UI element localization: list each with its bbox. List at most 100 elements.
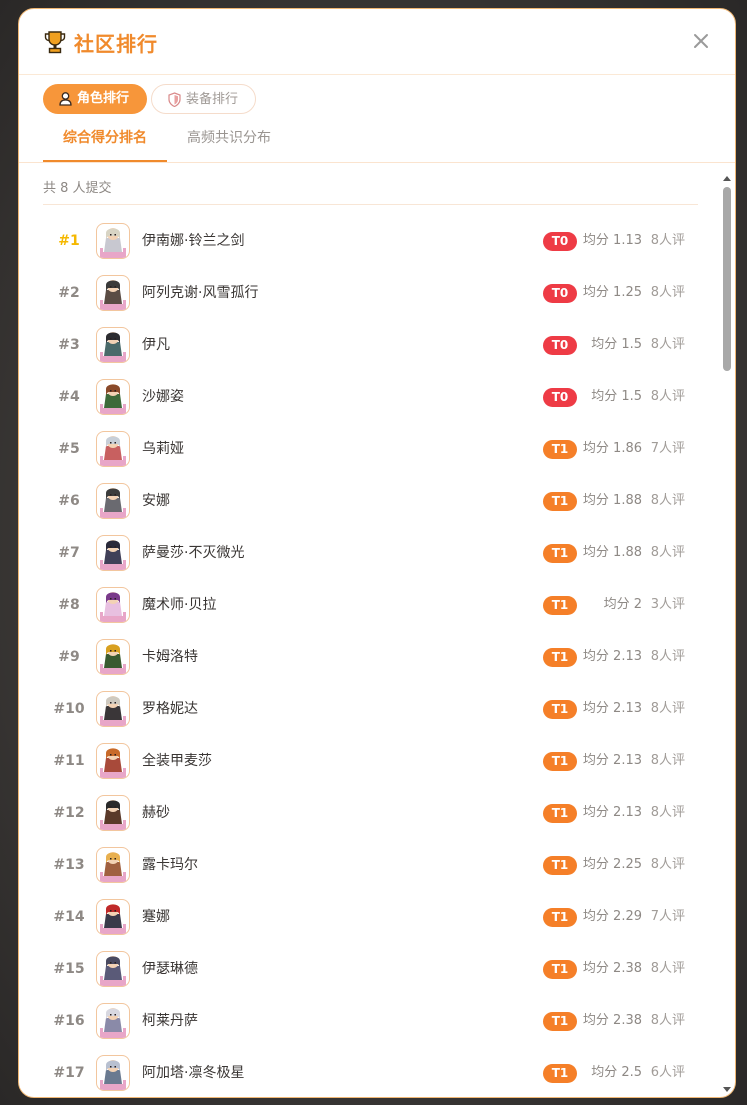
character-avatar: [96, 275, 130, 311]
character-avatar: [96, 327, 130, 363]
tier-badge: T1: [543, 804, 577, 823]
list-item[interactable]: #9 卡姆洛特 T1 均分 2.13 8人评: [43, 631, 693, 683]
review-count: 8人评: [650, 961, 685, 976]
list-item[interactable]: #6 安娜 T1 均分 1.88 8人评: [43, 475, 693, 527]
list-item[interactable]: #4 沙娜姿 T0 均分 1.5 8人评: [43, 371, 693, 423]
list-item[interactable]: #14 蹇娜 T1 均分 2.29 7人评: [43, 891, 693, 943]
list-item[interactable]: #8 魔术师·贝拉 T1 均分 2 3人评: [43, 579, 693, 631]
rank-number: #7: [58, 545, 80, 561]
rank-number: #6: [58, 493, 80, 509]
character-name: 乌莉娅: [142, 441, 184, 457]
ranking-list: #1 伊南娜·铃兰之剑 T0 均分 1.13 8人评 #2 阿列克谢·风雪孤行 T0 均分 1.…: [43, 215, 693, 1095]
tier-badge: T1: [543, 856, 577, 875]
review-count: 8人评: [650, 753, 685, 768]
tier-badge: T1: [543, 544, 577, 563]
tier-badge: T0: [543, 232, 577, 251]
average-score: 均分 2.29: [582, 909, 642, 924]
average-score: 均分 1.5: [591, 337, 642, 352]
list-item[interactable]: #16 柯莱丹萨 T1 均分 2.38 8人评: [43, 995, 693, 1047]
list-item[interactable]: #3 伊凡 T0 均分 1.5 8人评: [43, 319, 693, 371]
tier-badge: T1: [543, 492, 577, 511]
review-count: 8人评: [650, 701, 685, 716]
average-score: 均分 1.88: [582, 545, 642, 560]
list-item[interactable]: #5 乌莉娅 T1 均分 1.86 7人评: [43, 423, 693, 475]
average-score: 均分 1.86: [582, 441, 642, 456]
scroll-up-arrow-icon[interactable]: [723, 176, 731, 181]
tier-badge: T1: [543, 908, 577, 927]
ranking-tabs: 综合得分排名 高频共识分布: [19, 124, 735, 163]
scroll-thumb[interactable]: [723, 187, 731, 371]
rank-number: #10: [53, 701, 85, 717]
character-name: 全装甲麦莎: [142, 753, 212, 769]
character-name: 伊凡: [142, 337, 170, 353]
shield-icon: [168, 92, 181, 107]
character-name: 阿列克谢·风雪孤行: [142, 285, 259, 301]
average-score: 均分 2.13: [582, 805, 642, 820]
rank-number: #8: [58, 597, 80, 613]
character-avatar: [96, 587, 130, 623]
character-name: 伊南娜·铃兰之剑: [142, 233, 245, 249]
review-count: 8人评: [650, 389, 685, 404]
ranking-modal: 社区排行 角色排行 装备排行 综合得分排名 高频共识分布 共 8 人提交 #1 伊…: [18, 8, 736, 1098]
character-avatar: [96, 847, 130, 883]
rank-number: #2: [58, 285, 80, 301]
character-avatar: [96, 743, 130, 779]
average-score: 均分 2.25: [582, 857, 642, 872]
average-score: 均分 2.5: [591, 1065, 642, 1080]
character-name: 露卡玛尔: [142, 857, 198, 873]
list-item[interactable]: #7 萨曼莎·不灭微光 T1 均分 1.88 8人评: [43, 527, 693, 579]
close-icon[interactable]: [691, 31, 711, 51]
character-ranking-label: 角色排行: [77, 91, 130, 106]
rank-number: #13: [53, 857, 85, 873]
character-avatar: [96, 691, 130, 727]
character-name: 伊瑟琳德: [142, 961, 198, 977]
character-name: 赫砂: [142, 805, 170, 821]
rank-number: #12: [53, 805, 85, 821]
rank-number: #3: [58, 337, 80, 353]
character-avatar: [96, 431, 130, 467]
list-item[interactable]: #1 伊南娜·铃兰之剑 T0 均分 1.13 8人评: [43, 215, 693, 267]
tier-badge: T0: [543, 388, 577, 407]
review-count: 8人评: [650, 649, 685, 664]
character-name: 阿加塔·凛冬极星: [142, 1065, 245, 1081]
tier-badge: T1: [543, 700, 577, 719]
scroll-down-arrow-icon[interactable]: [723, 1087, 731, 1092]
review-count: 7人评: [650, 909, 685, 924]
review-count: 7人评: [650, 441, 685, 456]
character-avatar: [96, 1055, 130, 1091]
rank-number: #1: [58, 233, 80, 249]
character-name: 萨曼莎·不灭微光: [142, 545, 245, 561]
character-name: 柯莱丹萨: [142, 1013, 198, 1029]
tier-badge: T1: [543, 440, 577, 459]
tier-badge: T0: [543, 336, 577, 355]
list-item[interactable]: #17 阿加塔·凛冬极星 T1 均分 2.5 6人评: [43, 1047, 693, 1095]
list-item[interactable]: #12 赫砂 T1 均分 2.13 8人评: [43, 787, 693, 839]
character-ranking-button[interactable]: 角色排行: [43, 84, 147, 114]
rank-number: #9: [58, 649, 80, 665]
character-name: 罗格妮达: [142, 701, 198, 717]
character-avatar: [96, 1003, 130, 1039]
submission-count: 共 8 人提交: [43, 177, 698, 205]
list-item[interactable]: #13 露卡玛尔 T1 均分 2.25 8人评: [43, 839, 693, 891]
tab-consensus-distribution[interactable]: 高频共识分布: [179, 124, 279, 160]
list-item[interactable]: #10 罗格妮达 T1 均分 2.13 8人评: [43, 683, 693, 735]
scrollbar[interactable]: [721, 172, 733, 1094]
average-score: 均分 2.13: [582, 753, 642, 768]
equipment-ranking-label: 装备排行: [186, 92, 239, 107]
trophy-icon: [44, 31, 66, 54]
rank-number: #5: [58, 441, 80, 457]
character-name: 卡姆洛特: [142, 649, 198, 665]
list-item[interactable]: #15 伊瑟琳德 T1 均分 2.38 8人评: [43, 943, 693, 995]
tab-overall-score[interactable]: 综合得分排名: [43, 124, 167, 162]
tier-badge: T1: [543, 960, 577, 979]
rank-number: #16: [53, 1013, 85, 1029]
average-score: 均分 2: [603, 597, 642, 612]
character-name: 沙娜姿: [142, 389, 184, 405]
list-item[interactable]: #2 阿列克谢·风雪孤行 T0 均分 1.25 8人评: [43, 267, 693, 319]
list-item[interactable]: #11 全装甲麦莎 T1 均分 2.13 8人评: [43, 735, 693, 787]
review-count: 8人评: [650, 545, 685, 560]
review-count: 8人评: [650, 1013, 685, 1028]
equipment-ranking-button[interactable]: 装备排行: [151, 84, 256, 114]
character-avatar: [96, 223, 130, 259]
average-score: 均分 1.25: [582, 285, 642, 300]
